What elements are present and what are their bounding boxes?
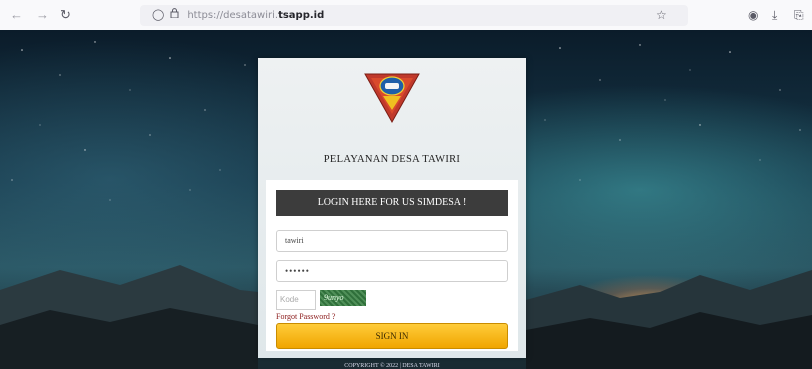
back-arrow-icon[interactable]: ← (10, 6, 23, 24)
forward-arrow-icon[interactable]: → (36, 6, 49, 24)
captcha-input[interactable]: Kode (276, 290, 316, 310)
sign-in-button[interactable]: SIGN IN (276, 323, 508, 349)
username-field[interactable]: tawiri (276, 230, 508, 252)
pocket-icon[interactable]: ◉ (748, 7, 758, 23)
address-bar[interactable]: ◯ https://desatawiri.tsapp.id (140, 5, 688, 26)
download-icon[interactable]: ⤓ (772, 7, 777, 23)
captcha-image: 9unyo (320, 290, 366, 306)
login-form: LOGIN HERE FOR US SIMDESA ! tawiri •••••… (266, 180, 518, 351)
login-header: LOGIN HERE FOR US SIMDESA ! (276, 190, 508, 216)
star-icon[interactable]: ☆ (656, 7, 667, 23)
extensions-icon[interactable]: ⎘ (794, 7, 804, 23)
url-text: https://desatawiri.tsapp.id (187, 10, 325, 21)
reload-icon[interactable]: ↻ (60, 6, 71, 24)
copyright-text: COPYRIGHT © 2022 | DESA TAWIRI (344, 363, 440, 369)
browser-toolbar: ← → ↻ ◯ https://desatawiri.tsapp.id ☆ ◉ … (0, 0, 812, 30)
shield-icon[interactable]: ◯ (152, 5, 164, 26)
password-field[interactable]: •••••• (276, 260, 508, 282)
login-panel: PELAYANAN DESA TAWIRI LOGIN HERE FOR US … (258, 58, 526, 358)
app-title: PELAYANAN DESA TAWIRI (323, 154, 461, 165)
forgot-password-link[interactable]: Forgot Password ? (276, 312, 335, 321)
village-emblem-logo (364, 73, 420, 124)
lock-icon[interactable] (170, 5, 179, 26)
